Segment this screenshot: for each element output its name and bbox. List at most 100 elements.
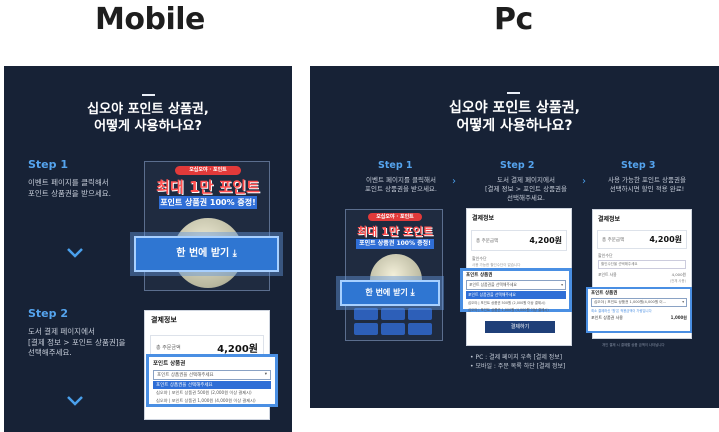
coupon-applied-select[interactable]: 십오야 | 포인트 상품권 1,000원(4,000원 이... ▾ <box>591 298 687 307</box>
chevron-down-icon <box>66 392 84 411</box>
chevron-down-icon: ▾ <box>264 372 267 377</box>
step-2-desc-line1: 도서 결제 페이지에서 <box>28 327 95 336</box>
coupon-dropdown-popup[interactable]: 포인트 상품권 포인트 상품권을 선택해주세요 ▾ 포인트 상품권을 선택해주세요… <box>460 268 572 312</box>
poster-pin: 오십오야 · 포인트 <box>368 213 422 221</box>
total-value: 4,200원 <box>217 344 258 355</box>
coupon-use-label: 포인트 상품권 사용 <box>591 315 623 320</box>
step-1-desc-line1: 이벤트 페이지를 클릭해서 <box>28 178 109 187</box>
coupon-label: 포인트 상품권 <box>466 273 493 278</box>
title-dash <box>142 94 155 96</box>
poster-subline: 포인트 상품권 100% 증정! <box>159 196 257 209</box>
mobile-guide-panel: 십오야 포인트 상품권, 어떻게 사용하나요? Step 1 이벤트 페이지를 … <box>4 66 292 432</box>
coupon-applied-popup[interactable]: 포인트 상품권 십오야 | 포인트 상품권 1,000원(4,000원 이...… <box>586 287 692 333</box>
step-2-title: Step 2 <box>28 307 68 320</box>
coupon-tile <box>354 323 378 335</box>
step-3-title: Step 3 <box>621 160 656 171</box>
coupon-option-selected[interactable]: 포인트 상품권을 선택해주세요 <box>153 381 271 389</box>
step-3-desc-line2: 선택하시면 할인 적용 완료! <box>609 185 685 194</box>
coupon-grid <box>354 308 436 335</box>
poster-subline: 포인트 상품권 100% 증정! <box>356 239 434 249</box>
download-icon: ⤓ <box>410 288 415 298</box>
point-hint: (전체 사용) <box>669 279 686 283</box>
discount-select[interactable]: 할인수단을 선택해주세요 <box>598 260 686 269</box>
pay-button[interactable]: 결제하기 <box>485 321 555 333</box>
coupon-dropdown-popup[interactable]: 포인트 상품권 포인트 상품권을 선택해주세요 ▾ 포인트 상품권을 선택해주세요… <box>146 354 278 407</box>
step3-footer: 개인 결제 시 결제할 상품 금액이 나타납니다 <box>602 343 665 347</box>
poster-headline: 최대 1만 포인트 <box>156 178 260 196</box>
note-mobile: • 모바일 : 주문 목록 하단 [결제 정보] <box>470 362 566 370</box>
coupon-option-2[interactable]: 십오야 | 포인트 상품권 1,000원 (4,000원 이상 결제시) <box>153 397 271 405</box>
chevron-right-icon: › <box>452 176 456 187</box>
receive-all-button[interactable]: 한 번에 받기 ⤓ <box>134 236 279 272</box>
step-1-desc-line1: 이벤트 페이지를 클릭해서 <box>366 176 436 184</box>
step-2-desc-line3: 선택해주세요. <box>507 194 545 203</box>
coupon-use-value: 1,000원 <box>670 315 687 320</box>
total-label: 총 주문금액 <box>476 238 499 244</box>
chevron-down-icon: ▾ <box>682 300 684 304</box>
step-1-desc-line2: 포인트 상품권을 받으세요. <box>28 188 112 198</box>
coupon-tile <box>408 323 432 335</box>
poster-headline: 최대 1만 포인트 <box>356 225 434 238</box>
title-dash <box>507 92 520 94</box>
coupon-tile <box>408 308 432 320</box>
receive-all-button[interactable]: 한 번에 받기 ⤓ <box>340 280 440 306</box>
coupon-label: 포인트 상품권 <box>153 361 186 367</box>
total-label: 총 주문금액 <box>156 345 181 351</box>
coupon-option-2[interactable]: 십오야 | 포인트 상품권 1,000원 (4,000원 이상 결제시) <box>466 306 566 313</box>
hero-line-1: 십오야 포인트 상품권, <box>449 100 580 116</box>
hero-line-1: 십오야 포인트 상품권, <box>87 102 209 117</box>
hero-title: 십오야 포인트 상품권, 어떻게 사용하나요? <box>310 99 719 135</box>
coupon-tile <box>354 308 378 320</box>
step-1-desc: 이벤트 페이지를 클릭해서 포인트 상품권을 받으세요. <box>346 176 456 194</box>
step-2-title: Step 2 <box>500 160 535 171</box>
coupon-tile <box>381 308 405 320</box>
step-3-desc: 사용 가능한 포인트 상품권을 선택하시면 할인 적용 완료! <box>592 176 702 194</box>
coupon-option-selected[interactable]: 포인트 상품권을 선택해주세요 <box>466 291 566 299</box>
coupon-select[interactable]: 포인트 상품권을 선택해주세요 ▾ <box>153 370 271 380</box>
coupon-tile <box>381 323 405 335</box>
note-pc: • PC : 결제 페이지 우측 [결제 정보] <box>470 354 563 361</box>
total-label: 총 주문금액 <box>602 237 625 243</box>
total-row: 총 주문금액 4,200원 <box>471 230 567 251</box>
mobile-heading: Mobile <box>95 2 205 37</box>
coupon-select[interactable]: 포인트 상품권을 선택해주세요 ▾ <box>466 280 566 290</box>
total-value: 4,200원 <box>649 235 682 244</box>
step-2-desc: 도서 결제 페이지에서 [결제 정보 > 포인트 상품권을 선택해주세요. <box>466 176 586 203</box>
location-notes: • PC : 결제 페이지 우측 [결제 정보] • 모바일 : 주문 목록 하… <box>470 354 565 371</box>
total-row: 총 주문금액 4,200원 <box>597 230 687 249</box>
point-label: 포인트 사용 <box>598 272 617 277</box>
coupon-option-1[interactable]: 십오야 | 포인트 상품권 500원 (2,000원 이상 결제시) <box>153 389 271 397</box>
receive-all-label: 한 번에 받기 <box>365 288 408 297</box>
coupon-option-1[interactable]: 십오야 | 포인트 상품권 500원 (2,000원 이상 결제시) <box>466 299 566 306</box>
step-1-desc-line2: 포인트 상품권을 받으세요. <box>365 185 437 194</box>
download-icon: ⤓ <box>232 249 237 259</box>
chevron-down-icon: ▾ <box>561 282 563 287</box>
step-2-desc-line3: 선택해주세요. <box>28 348 72 357</box>
discount-label: 할인수단 <box>472 256 487 261</box>
step-2-desc-line2: [결제 정보 > 포인트 상품권]을 <box>28 337 126 347</box>
total-value: 4,200원 <box>529 236 562 245</box>
step-2-desc-line2: [결제 정보 > 포인트 상품권을 <box>484 185 568 194</box>
pc-guide-panel: 십오야 포인트 상품권, 어떻게 사용하나요? Step 1 이벤트 페이지를 … <box>310 66 719 408</box>
chevron-right-icon: › <box>582 176 586 187</box>
receive-all-label: 한 번에 받기 <box>176 248 230 259</box>
step-1-title: Step 1 <box>28 158 68 171</box>
discount-label: 할인수단 <box>598 253 613 258</box>
coupon-select-value: 포인트 상품권을 선택해주세요 <box>157 373 214 378</box>
coupon-applied-value: 십오야 | 포인트 상품권 1,000원(4,000원 이... <box>594 300 667 304</box>
step-1-desc: 이벤트 페이지를 클릭해서 포인트 상품권을 받으세요. <box>28 178 111 199</box>
hero-line-2: 어떻게 사용하나요? <box>456 118 573 135</box>
coupon-label: 포인트 상품권 <box>591 291 618 296</box>
step-3-desc-line1: 사용 가능한 포인트 상품권을 <box>608 176 686 184</box>
payment-title: 결제정보 <box>598 216 621 223</box>
coupon-applied-hint: 최소 결제하신 '원'은 적용금액이 가량입니다 <box>591 309 652 313</box>
coupon-select-value: 포인트 상품권을 선택해주세요 <box>469 282 517 287</box>
step-2-desc-line1: 도서 결제 페이지에서 <box>497 176 555 184</box>
event-poster[interactable]: 오십오야 · 포인트 최대 1만 포인트 포인트 상품권 100% 증정! <box>345 209 443 341</box>
payment-title: 결제정보 <box>472 215 495 222</box>
poster-pin: 오십오야 · 포인트 <box>175 166 241 175</box>
step-2-desc: 도서 결제 페이지에서 [결제 정보 > 포인트 상품권]을 선택해주세요. <box>28 327 126 359</box>
payment-title: 결제정보 <box>151 316 177 324</box>
coupon-use-row: 포인트 상품권 사용 1,000원 <box>591 315 687 321</box>
hero-title: 십오야 포인트 상품권, 어떻게 사용하나요? <box>4 102 292 136</box>
